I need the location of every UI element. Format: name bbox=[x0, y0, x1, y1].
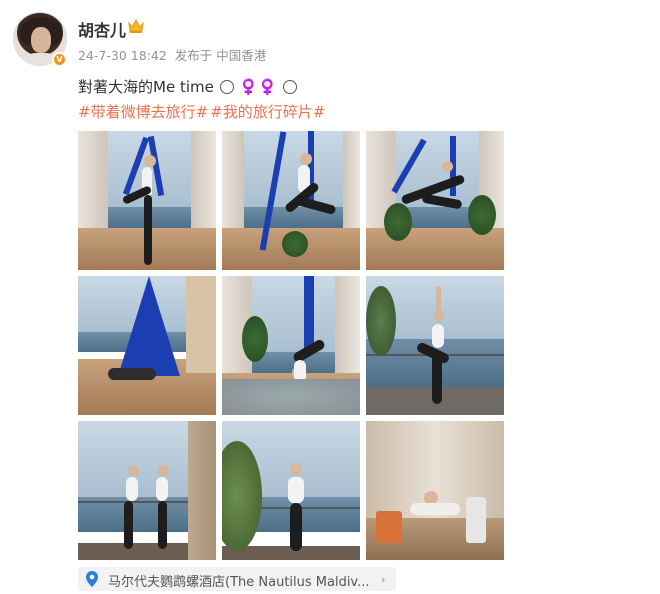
hashtag-row: #带着微博去旅行# #我的旅行碎片# bbox=[78, 101, 327, 122]
photo-thumbnail[interactable] bbox=[78, 421, 216, 560]
post-meta: 24-7-30 18:42 发布于 中国香港 bbox=[78, 45, 270, 64]
photo-thumbnail[interactable] bbox=[222, 421, 360, 560]
hashtag-link[interactable]: #带着微博去旅行# bbox=[78, 103, 208, 121]
photo-thumbnail[interactable] bbox=[366, 276, 504, 415]
photo-thumbnail[interactable] bbox=[366, 421, 504, 560]
timestamp[interactable]: 24-7-30 18:42 bbox=[78, 48, 167, 63]
username[interactable]: 胡杏儿 bbox=[78, 17, 126, 41]
photo-thumbnail[interactable] bbox=[366, 131, 504, 270]
chevron-right-icon: › bbox=[381, 573, 386, 586]
pin-icon bbox=[86, 571, 98, 587]
location-tag[interactable]: 马尔代夫鹦鹉螺酒店(The Nautilus Maldiv... › bbox=[78, 567, 396, 591]
verified-badge-icon: V bbox=[52, 52, 67, 67]
post-text-main: 對著大海的Me time bbox=[78, 78, 214, 96]
hashtag-link[interactable]: #我的旅行碎片# bbox=[210, 103, 325, 121]
post-text: 對著大海的Me time ♀️♀️ bbox=[78, 76, 298, 97]
photo-grid bbox=[78, 131, 504, 561]
location-text: 马尔代夫鹦鹉螺酒店(The Nautilus Maldiv... bbox=[108, 575, 370, 590]
photo-thumbnail[interactable] bbox=[222, 131, 360, 270]
photo-thumbnail[interactable] bbox=[222, 276, 360, 415]
crown-icon bbox=[128, 18, 144, 33]
headphones-emoji-icon bbox=[282, 80, 297, 94]
photo-thumbnail[interactable] bbox=[78, 131, 216, 270]
grin-emoji-icon bbox=[219, 80, 234, 94]
post-text-suffix: ♀️♀️ bbox=[239, 78, 277, 96]
photo-thumbnail[interactable] bbox=[78, 276, 216, 415]
post-source: 发布于 中国香港 bbox=[174, 48, 267, 63]
